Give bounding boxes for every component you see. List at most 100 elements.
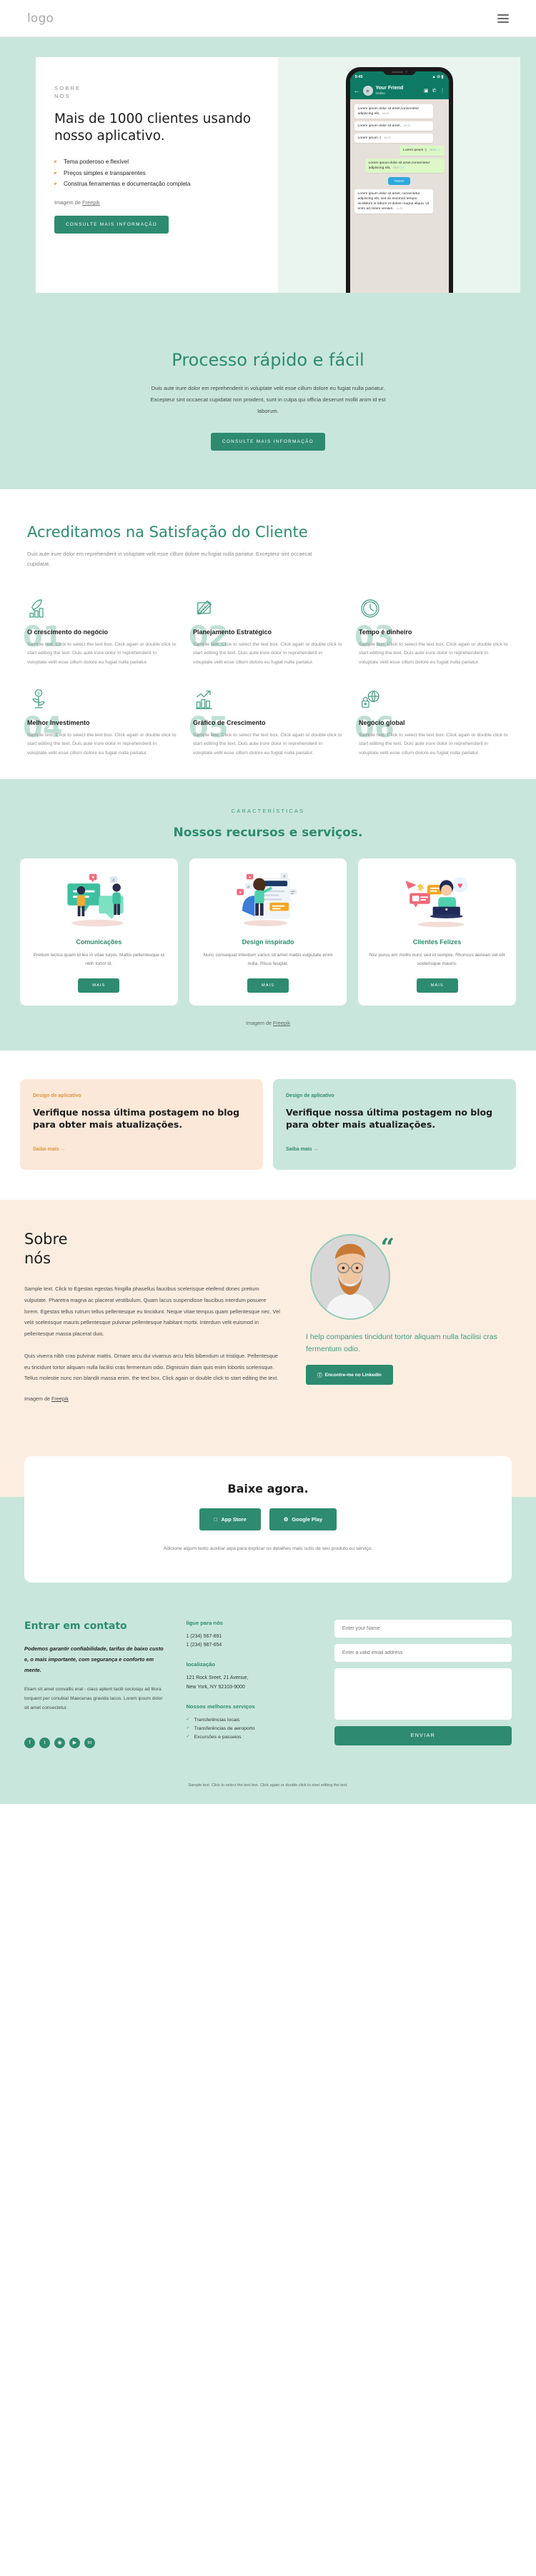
hero-cta-button[interactable]: CONSULTE MAIS INFORMAÇÃO	[54, 216, 169, 234]
footer-bottom-text: Sample text. Click to select the text bo…	[0, 1766, 536, 1805]
blog-read-more-link[interactable]: Saiba mais →	[286, 1147, 319, 1152]
hero-feature-list: Tema poderoso e flexível Preços simples …	[54, 156, 259, 190]
blog-card[interactable]: Design de aplicativo Verifique nossa últ…	[273, 1079, 516, 1170]
youtube-icon[interactable]: ▶	[69, 1737, 80, 1748]
feature-title: Planejamento Estratégico	[193, 628, 272, 636]
about-quote-text: I help companies tincidunt tortor aliqua…	[306, 1332, 497, 1353]
resource-card: ♥ ♥ # # Design inspirado Nunc consequat …	[189, 858, 347, 1006]
hero-eyebrow-line2: NÓS	[54, 93, 71, 100]
download-section: Baixe agora.  App Store ⚙ Google Play A…	[0, 1437, 536, 1583]
facebook-icon[interactable]: f	[24, 1737, 35, 1748]
about-text-column: Sobre nós Sample text. Click to Egestas …	[24, 1230, 282, 1402]
message-textarea[interactable]	[334, 1668, 512, 1720]
hero-title: Mais de 1000 clientes usando nosso aplic…	[54, 111, 252, 144]
feature-card: $ 04 Melhor Investimento Sample text. Cl…	[23, 688, 177, 758]
quote-mark-icon: “	[380, 1233, 394, 1262]
googleplay-label: Google Play	[289, 1515, 322, 1523]
resource-card: ♥ # Comunicações Pretium lectus quam id …	[20, 858, 178, 1006]
site-header: logo	[0, 0, 536, 37]
blog-read-more-link[interactable]: Saiba mais →	[33, 1147, 66, 1152]
linkedin-icon[interactable]: in	[84, 1737, 95, 1748]
blog-title: Verifique nossa última postagem no blog …	[286, 1107, 493, 1131]
list-item: Preços simples e transparentes	[54, 168, 259, 179]
about-paragraph-1: Sample text. Click to Egestas egestas fr…	[24, 1286, 280, 1337]
phone-clock: 9:45	[354, 74, 363, 79]
features-grid: 01 O crescimento do negócio Sample text.…	[23, 597, 509, 758]
clock-icon	[359, 597, 382, 620]
freepik-link[interactable]: Freepik	[273, 1020, 290, 1026]
feature-body: Sample text. Click to select the text bo…	[193, 732, 342, 756]
list-item: Transferências locais	[186, 1716, 315, 1725]
feature-card: 02 Planejamento Estratégico Sample text.…	[189, 597, 343, 668]
freepik-link[interactable]: Freepik	[51, 1395, 69, 1402]
avatar: ●	[362, 86, 373, 96]
feature-title: Gráfico de Crescimento	[193, 718, 266, 726]
resource-cta-button[interactable]: MAIS	[78, 978, 120, 993]
footer-contact-column: ligue para nós 1 (234) 567-891 1 (234) 9…	[186, 1620, 315, 1754]
footer-phone[interactable]: 1 (234) 567-891	[186, 1633, 315, 1641]
chat-bubble-outgoing: Lorem ipsum dolor sit amet,consectetur a…	[364, 158, 445, 173]
process-body: Duis aute irure dolor em reprehenderit i…	[150, 385, 386, 414]
about-section: Sobre nós Sample text. Click to Egestas …	[0, 1199, 536, 1438]
feature-body: Sample text. Click to select the text bo…	[193, 641, 342, 665]
appstore-button[interactable]:  App Store	[199, 1508, 261, 1530]
resources-eyebrow: CARACTERÍSTICAS	[231, 808, 305, 815]
happy-client-illustration: ♥	[367, 870, 507, 931]
social-links: f t ◉ ▶ in	[24, 1737, 167, 1748]
video-call-icon[interactable]: ▣	[424, 88, 429, 94]
blog-category: Design de aplicativo	[286, 1093, 334, 1099]
message-text: Lorem ipsum dolor sit amet, consectetur …	[357, 191, 430, 211]
name-input[interactable]	[334, 1619, 512, 1638]
about-title: Sobre nós	[24, 1230, 282, 1268]
hero-content: SOBRE NÓS Mais de 1000 clientes usando n…	[36, 57, 278, 293]
resources-image-credit: Imagem de Freepik	[20, 1020, 516, 1026]
globe-lock-icon	[359, 688, 382, 711]
chat-contact-name: Your Friend	[375, 86, 404, 91]
download-title: Baixe agora.	[227, 1481, 309, 1495]
svg-text:♥: ♥	[457, 881, 462, 891]
resource-cta-button[interactable]: MAIS	[416, 978, 458, 993]
twitter-icon[interactable]: t	[39, 1737, 50, 1748]
process-cta-button[interactable]: CONSULTE MAIS INFORMAÇÃO	[210, 432, 325, 451]
blog-card[interactable]: Design de aplicativo Verifique nossa últ…	[20, 1079, 263, 1170]
site-logo[interactable]: logo	[27, 11, 54, 26]
resources-title: Nossos recursos e serviços.	[173, 826, 363, 841]
googleplay-button[interactable]: ⚙ Google Play	[269, 1508, 337, 1530]
feature-title: Negócio global	[359, 718, 405, 726]
hero-image: 9:45 ▲ ⊙ ▮ ← ● Your Friend Online ▣ ✆ ⋮ …	[278, 57, 520, 293]
download-note: Adicione algum texto auxiliar aqui para …	[163, 1545, 373, 1551]
footer-phone[interactable]: 1 (234) 987-654	[186, 1641, 315, 1650]
resource-body: Pretium lectus quam id leo in vitae turp…	[33, 953, 164, 967]
resource-body: Nunc consequat interdum varius sit amet …	[203, 953, 333, 967]
resource-cta-button[interactable]: MAIS	[247, 978, 289, 993]
phone-call-icon[interactable]: ✆	[432, 88, 437, 94]
footer-call-title: ligue para nós	[186, 1619, 223, 1626]
phone-signal-icons: ▲ ⊙ ▮	[432, 74, 444, 79]
instagram-icon[interactable]: ◉	[54, 1737, 65, 1748]
android-icon: ⚙	[281, 1515, 289, 1523]
freepik-link[interactable]: Freepik	[82, 199, 100, 206]
linkedin-cta-button[interactable]: ⓘ Encontre-me no LinkedIn	[306, 1365, 393, 1385]
linkedin-cta-label: Encontre-me no LinkedIn	[324, 1372, 382, 1378]
chat-topbar: ← ● Your Friend Online ▣ ✆ ⋮	[349, 82, 449, 99]
rocket-chart-icon	[27, 597, 50, 620]
feature-card: 03 Tempo é dinheiro Sample text. Click t…	[354, 597, 509, 668]
list-item: Transferências de aeroporto	[186, 1725, 315, 1733]
resources-grid: ♥ # Comunicações Pretium lectus quam id …	[20, 858, 516, 1006]
email-input[interactable]	[334, 1643, 512, 1662]
chat-bubble: Lorem ipsum dolor sit amet, consectetur …	[354, 189, 434, 214]
feature-body: Sample text. Click to select the text bo…	[359, 641, 508, 665]
more-options-icon[interactable]: ⋮	[440, 88, 445, 94]
resource-title: Design inspirado	[242, 938, 294, 946]
back-arrow-icon[interactable]: ←	[354, 87, 360, 94]
process-title: Processo rápido e fácil	[172, 350, 364, 370]
chat-illustration: ♥ #	[29, 870, 169, 931]
hamburger-menu-icon[interactable]	[497, 14, 509, 23]
svg-text:♥: ♥	[91, 876, 94, 881]
footer-title: Entrar em contato	[24, 1620, 127, 1632]
hero-eyebrow: SOBRE NÓS	[54, 84, 259, 101]
resource-title: Clientes Felizes	[412, 938, 462, 946]
blog-section: Design de aplicativo Verifique nossa últ…	[0, 1051, 536, 1200]
submit-button[interactable]: ENVIAR	[334, 1725, 512, 1745]
chat-bubble: Lorem ipsum dolor sit amet, 09:25	[354, 121, 434, 131]
